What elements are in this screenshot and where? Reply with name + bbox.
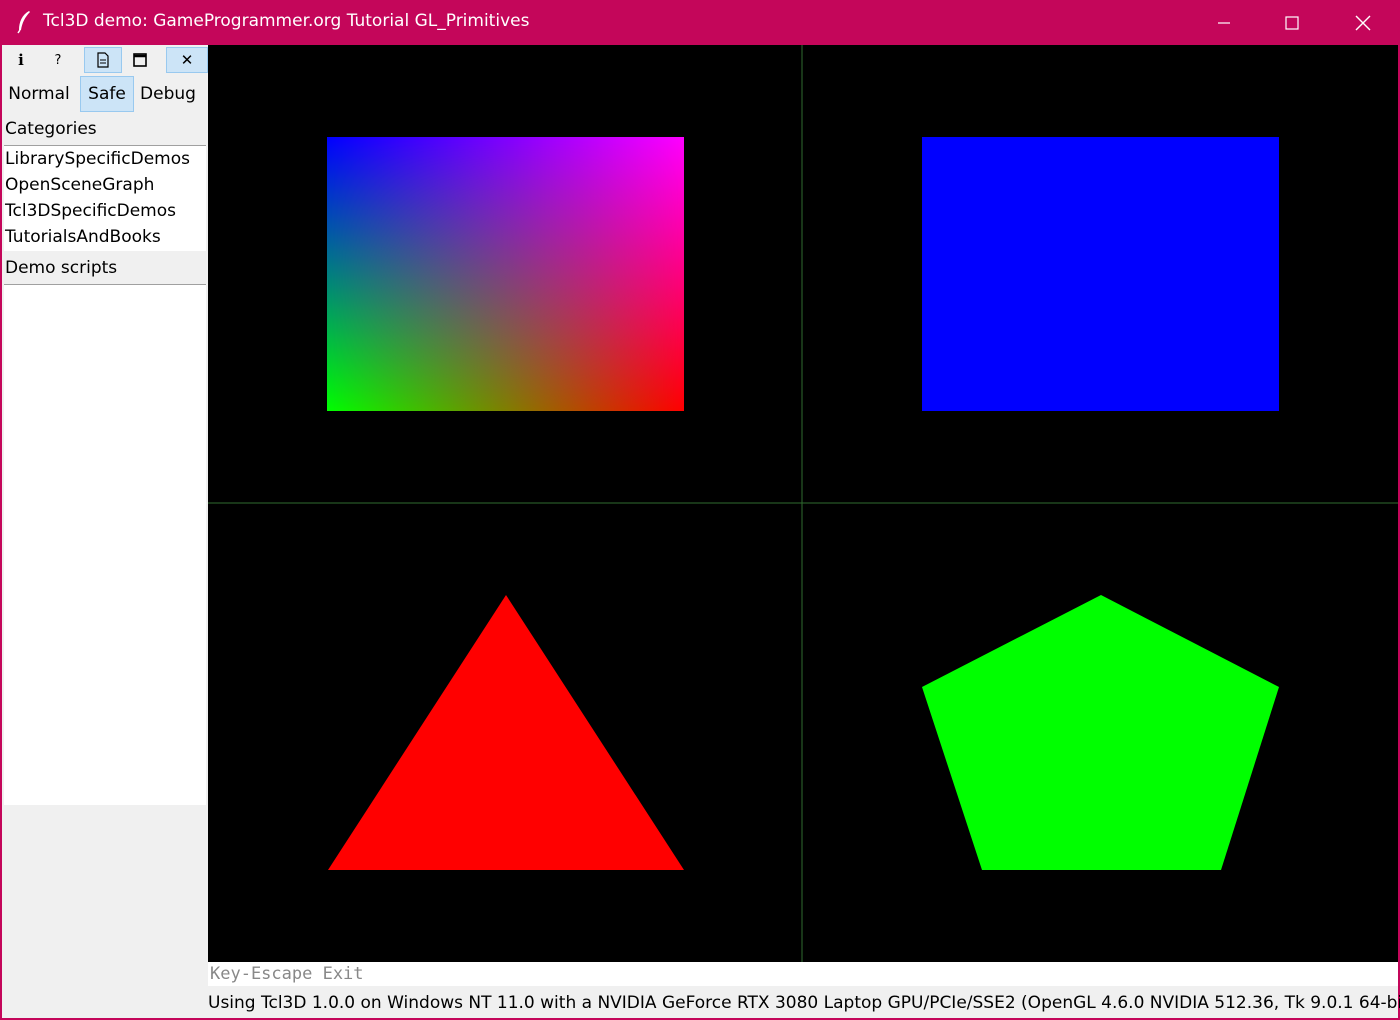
opengl-viewport[interactable] — [208, 45, 1398, 962]
feather-icon — [16, 10, 32, 34]
mode-debug-button[interactable]: Debug — [136, 76, 200, 112]
minimize-button[interactable] — [1189, 0, 1259, 45]
help-button[interactable]: ? — [39, 47, 77, 73]
categories-label: Categories — [5, 119, 97, 139]
window-icon — [133, 53, 147, 67]
title-bar: Tcl3D demo: GameProgrammer.org Tutorial … — [0, 0, 1400, 45]
mode-safe-button[interactable]: Safe — [80, 76, 134, 112]
document-button[interactable] — [84, 47, 122, 73]
minimize-icon — [1218, 21, 1230, 24]
list-item[interactable]: Tcl3DSpecificDemos — [4, 198, 206, 224]
list-item[interactable]: TutorialsAndBooks — [4, 224, 206, 250]
close-icon: ✕ — [180, 51, 194, 69]
green-pentagon — [922, 595, 1279, 870]
blue-rectangle — [922, 137, 1279, 411]
maximize-icon — [1285, 15, 1299, 30]
info-icon: i — [18, 51, 24, 69]
gl-canvas — [208, 45, 1398, 962]
close-icon — [1355, 15, 1371, 30]
window-button[interactable] — [121, 47, 159, 73]
info-button[interactable]: i — [2, 47, 40, 73]
demo-scripts-list[interactable] — [4, 284, 206, 805]
categories-list[interactable]: LibrarySpecificDemos OpenSceneGraph Tcl3… — [4, 145, 206, 251]
close-window-button[interactable] — [1328, 0, 1398, 45]
gradient-rectangle — [327, 137, 684, 411]
list-item[interactable]: LibrarySpecificDemos — [4, 146, 206, 172]
window-title: Tcl3D demo: GameProgrammer.org Tutorial … — [43, 11, 530, 31]
demo-scripts-label: Demo scripts — [5, 258, 118, 278]
list-item[interactable]: OpenSceneGraph — [4, 172, 206, 198]
mode-selector: Normal Safe Debug — [2, 76, 208, 113]
toolbar: i ? ✕ — [2, 45, 208, 75]
key-hints: Key-Escape Exit — [208, 962, 1398, 986]
mode-normal-button[interactable]: Normal — [2, 76, 76, 112]
info-line: Using Tcl3D 1.0.0 on Windows NT 11.0 wit… — [208, 993, 1400, 1013]
red-triangle — [328, 595, 684, 870]
help-icon: ? — [54, 52, 62, 68]
exit-button[interactable]: ✕ — [166, 47, 208, 73]
maximize-button[interactable] — [1257, 0, 1327, 45]
client-area: i ? ✕ Normal Safe Debug Categories Libra… — [2, 45, 1400, 1018]
document-icon — [97, 52, 109, 68]
